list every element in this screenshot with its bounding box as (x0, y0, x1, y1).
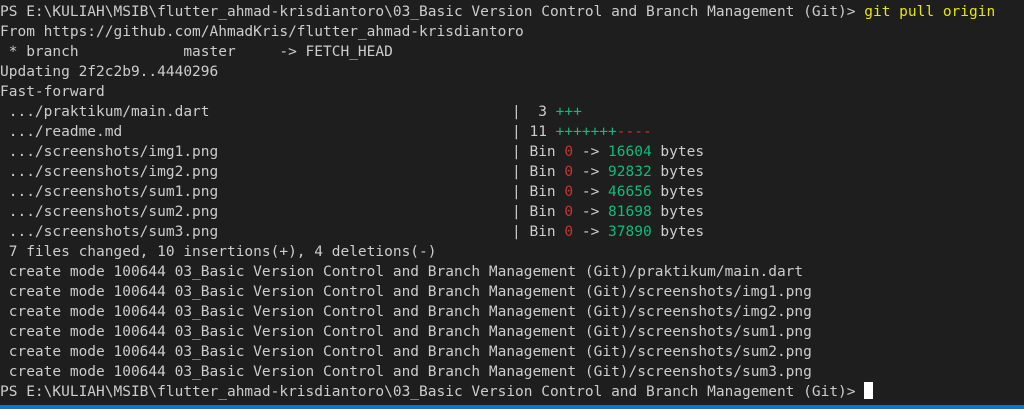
text-cursor (864, 382, 874, 399)
diffstat-stat: | 11 +++++++---- (512, 124, 652, 140)
prompt-line-current[interactable]: PS E:\KULIAH\MSIB\flutter_ahmad-krisdian… (0, 382, 1024, 402)
bin-to-size: 81698 (608, 204, 652, 220)
branch-line: * branch master -> FETCH_HEAD (0, 44, 393, 60)
bin-from-size: 0 (564, 164, 574, 180)
updating-line: Updating 2f2c2b9..4440296 (0, 64, 219, 80)
diffstat-row: .../screenshots/img1.png | Bin 0 -> 1660… (0, 142, 1024, 162)
diffstat-stat: | Bin 0 -> 81698 bytes (512, 204, 705, 220)
diffstat-file: .../readme.md (0, 124, 123, 140)
bin-from-size: 0 (564, 144, 574, 160)
bin-from-size: 0 (564, 224, 574, 240)
diffstat-file: .../screenshots/sum2.png (0, 204, 219, 220)
diffstat-file: .../praktikum/main.dart (0, 104, 210, 120)
summary-line: 7 files changed, 10 insertions(+), 4 del… (0, 244, 437, 260)
bin-to-size: 46656 (608, 184, 652, 200)
diffstat-stat: | Bin 0 -> 37890 bytes (512, 224, 705, 240)
diffstat-row: .../screenshots/sum1.png | Bin 0 -> 4665… (0, 182, 1024, 202)
bin-to-size: 92832 (608, 164, 652, 180)
prompt-path: PS E:\KULIAH\MSIB\flutter_ahmad-krisdian… (0, 4, 865, 20)
bin-from-size: 0 (564, 184, 574, 200)
terminal-output[interactable]: PS E:\KULIAH\MSIB\flutter_ahmad-krisdian… (0, 0, 1024, 405)
diffstat-row: .../readme.md | 11 +++++++---- (0, 122, 1024, 142)
prompt-path: PS E:\KULIAH\MSIB\flutter_ahmad-krisdian… (0, 384, 865, 400)
prompt-line: PS E:\KULIAH\MSIB\flutter_ahmad-krisdian… (0, 2, 1024, 22)
diffstat-stat: | Bin 0 -> 46656 bytes (512, 184, 705, 200)
bin-from-size: 0 (564, 204, 574, 220)
command-text: git pull origin (864, 4, 996, 20)
bin-to-size: 16604 (608, 144, 652, 160)
insertions-bar: +++++++ (555, 124, 617, 140)
status-bar (0, 405, 1024, 409)
diffstat-row: .../praktikum/main.dart | 3 +++ (0, 102, 1024, 122)
bin-to-size: 37890 (608, 224, 652, 240)
insertions-bar: +++ (555, 104, 582, 120)
diffstat-file: .../screenshots/img1.png (0, 144, 219, 160)
diffstat-stat: | 3 +++ (512, 104, 582, 120)
diffstat-stat: | Bin 0 -> 16604 bytes (512, 144, 705, 160)
create-mode-line: create mode 100644 03_Basic Version Cont… (0, 284, 812, 300)
diffstat-row: .../screenshots/img2.png | Bin 0 -> 9283… (0, 162, 1024, 182)
create-mode-line: create mode 100644 03_Basic Version Cont… (0, 364, 812, 380)
diffstat-row: .../screenshots/sum3.png | Bin 0 -> 3789… (0, 222, 1024, 242)
create-mode-line: create mode 100644 03_Basic Version Cont… (0, 324, 812, 340)
fast-forward-line: Fast-forward (0, 84, 105, 100)
create-mode-line: create mode 100644 03_Basic Version Cont… (0, 304, 812, 320)
diffstat-file: .../screenshots/sum3.png (0, 224, 219, 240)
diffstat-stat: | Bin 0 -> 92832 bytes (512, 164, 705, 180)
diffstat-file: .../screenshots/sum1.png (0, 184, 219, 200)
fetch-from-line: From https://github.com/AhmadKris/flutte… (0, 24, 524, 40)
create-mode-line: create mode 100644 03_Basic Version Cont… (0, 264, 804, 280)
diffstat-file: .../screenshots/img2.png (0, 164, 219, 180)
deletions-bar: ---- (616, 124, 652, 140)
create-mode-line: create mode 100644 03_Basic Version Cont… (0, 344, 812, 360)
diffstat-row: .../screenshots/sum2.png | Bin 0 -> 8169… (0, 202, 1024, 222)
